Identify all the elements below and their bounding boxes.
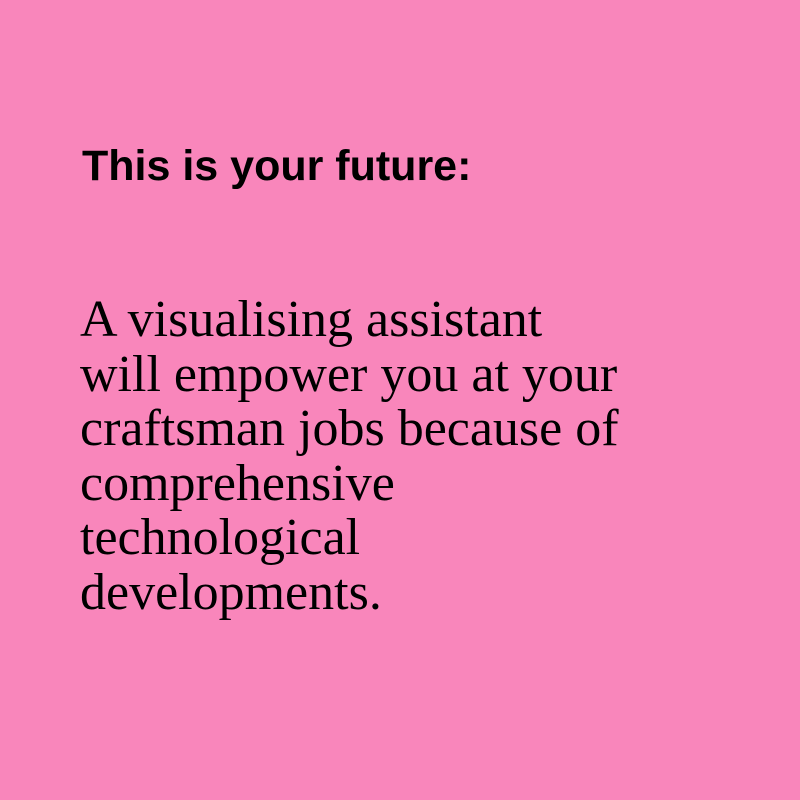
body-line: A visualising assistant (80, 291, 543, 348)
body-line: craftsman jobs because of (80, 400, 619, 457)
body-line: technological (80, 509, 361, 566)
heading: This is your future: (82, 142, 472, 190)
slide-card: This is your future: A visualising assis… (0, 0, 800, 800)
body-text: A visualising assistant will empower you… (80, 291, 740, 621)
body-line: comprehensive (80, 454, 395, 512)
body-line: developments. (80, 563, 382, 621)
body-line: will empower you at your (80, 345, 618, 403)
